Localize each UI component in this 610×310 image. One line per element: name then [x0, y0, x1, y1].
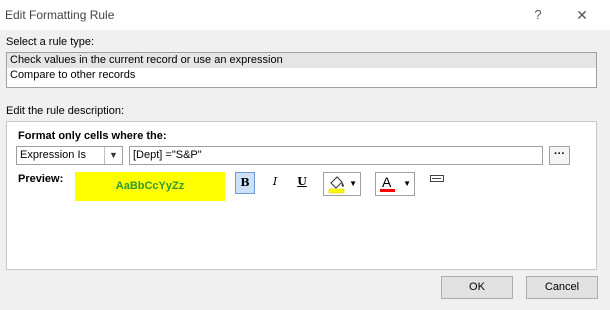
format-heading: Format only cells where the:	[18, 130, 167, 142]
font-color-dropdown-arrow[interactable]: ▼	[403, 179, 411, 188]
rule-type-item-expression[interactable]: Check values in the current record or us…	[7, 53, 596, 68]
title-bar: Edit Formatting Rule ? ✕	[0, 0, 610, 30]
rule-type-label: Select a rule type:	[6, 36, 95, 48]
chevron-down-icon[interactable]: ▼	[104, 147, 122, 164]
condition-value: Expression Is	[20, 149, 87, 161]
preview-sample-text: AaBbCcYyZz	[115, 180, 185, 192]
condition-dropdown[interactable]: Expression Is ▼	[16, 146, 123, 165]
expression-value: [Dept] ="S&P"	[133, 149, 202, 161]
close-button[interactable]: ✕	[572, 6, 592, 24]
window-title: Edit Formatting Rule	[5, 8, 115, 22]
help-button[interactable]: ?	[528, 6, 548, 24]
expression-input[interactable]: [Dept] ="S&P"	[129, 146, 543, 165]
fill-dropdown-arrow[interactable]: ▼	[349, 179, 357, 188]
italic-button[interactable]: I	[266, 172, 284, 192]
description-label: Edit the rule description:	[6, 105, 125, 117]
font-color-button[interactable]: A ▼	[375, 172, 415, 196]
fill-color-button[interactable]: ▼	[323, 172, 361, 196]
preview-swatch: AaBbCcYyZz	[75, 172, 225, 201]
rule-type-list[interactable]: Check values in the current record or us…	[6, 52, 597, 88]
rule-type-item-compare[interactable]: Compare to other records	[7, 68, 596, 83]
expression-builder-button[interactable]: ···	[549, 146, 570, 165]
bold-button[interactable]: B	[235, 172, 255, 194]
rule-description-panel: Format only cells where the: Expression …	[6, 121, 597, 270]
paint-bucket-icon	[328, 176, 345, 194]
preview-label: Preview:	[18, 173, 64, 185]
ok-button[interactable]: OK	[441, 276, 513, 299]
underline-button[interactable]: U	[293, 172, 311, 192]
font-color-bar	[380, 189, 395, 192]
font-color-icon: A	[382, 174, 392, 190]
conditional-format-icon[interactable]	[430, 175, 444, 185]
cancel-button[interactable]: Cancel	[526, 276, 598, 299]
